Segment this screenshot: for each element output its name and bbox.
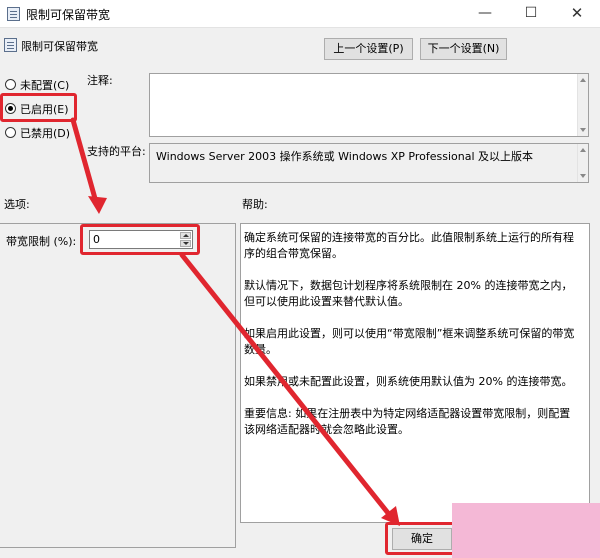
close-button[interactable]: ✕: [554, 0, 600, 28]
previous-setting-button[interactable]: 上一个设置(P): [324, 38, 413, 60]
options-pane: [0, 223, 236, 548]
help-paragraph: 如果禁用或未配置此设置，则系统使用默认值为 20% 的连接带宽。: [244, 375, 573, 388]
options-section-label: 选项:: [4, 198, 30, 211]
arrowhead-down-icon: [88, 196, 107, 214]
supported-platform-text: Windows Server 2003 操作系统或 Windows XP Pro…: [156, 150, 534, 163]
minimize-button[interactable]: —: [462, 0, 508, 28]
policy-icon: [4, 38, 17, 52]
next-setting-button[interactable]: 下一个设置(N): [420, 38, 507, 60]
maximize-button[interactable]: ☐: [508, 0, 554, 28]
radio-label: 已禁用(D): [20, 127, 71, 140]
help-paragraph: 如果启用此设置，则可以使用“带宽限制”框来调整系统可保留的带宽数量。: [244, 327, 575, 356]
highlight-ok-button: [385, 522, 456, 555]
help-section-label: 帮助:: [242, 198, 268, 211]
help-pane: 确定系统可保留的连接带宽的百分比。此值限制系统上运行的所有程序的组合带宽保留。 …: [240, 223, 590, 523]
highlight-bandwidth-input: [80, 224, 200, 255]
help-paragraph: 默认情况下，数据包计划程序将系统限制在 20% 的连接带宽之内，但可以使用此设置…: [244, 279, 573, 308]
radio-circle[interactable]: [5, 127, 16, 138]
radio-circle[interactable]: [5, 79, 16, 90]
radio-label: 未配置(C): [20, 79, 70, 92]
help-paragraph: 确定系统可保留的连接带宽的百分比。此值限制系统上运行的所有程序的组合带宽保留。: [244, 231, 574, 260]
comment-textarea[interactable]: [149, 73, 589, 137]
platform-scrollbar[interactable]: [577, 144, 588, 182]
comment-scrollbar[interactable]: [577, 74, 588, 136]
arrow-enabled-to-input: [70, 117, 99, 205]
highlight-enabled-option: [0, 93, 77, 122]
help-paragraph: 重要信息: 如果在注册表中为特定网络适配器设置带宽限制，则配置该网络适配器时就会…: [244, 407, 571, 436]
supported-platform-box: Windows Server 2003 操作系统或 Windows XP Pro…: [149, 143, 589, 183]
bandwidth-limit-label: 带宽限制 (%):: [6, 235, 77, 248]
policy-name: 限制可保留带宽: [21, 40, 98, 53]
pink-overlay: [452, 503, 600, 558]
supported-platform-label: 支持的平台:: [87, 145, 146, 158]
policy-window-icon: [7, 7, 20, 21]
window-title: 限制可保留带宽: [26, 8, 111, 22]
comment-label: 注释:: [87, 74, 113, 87]
